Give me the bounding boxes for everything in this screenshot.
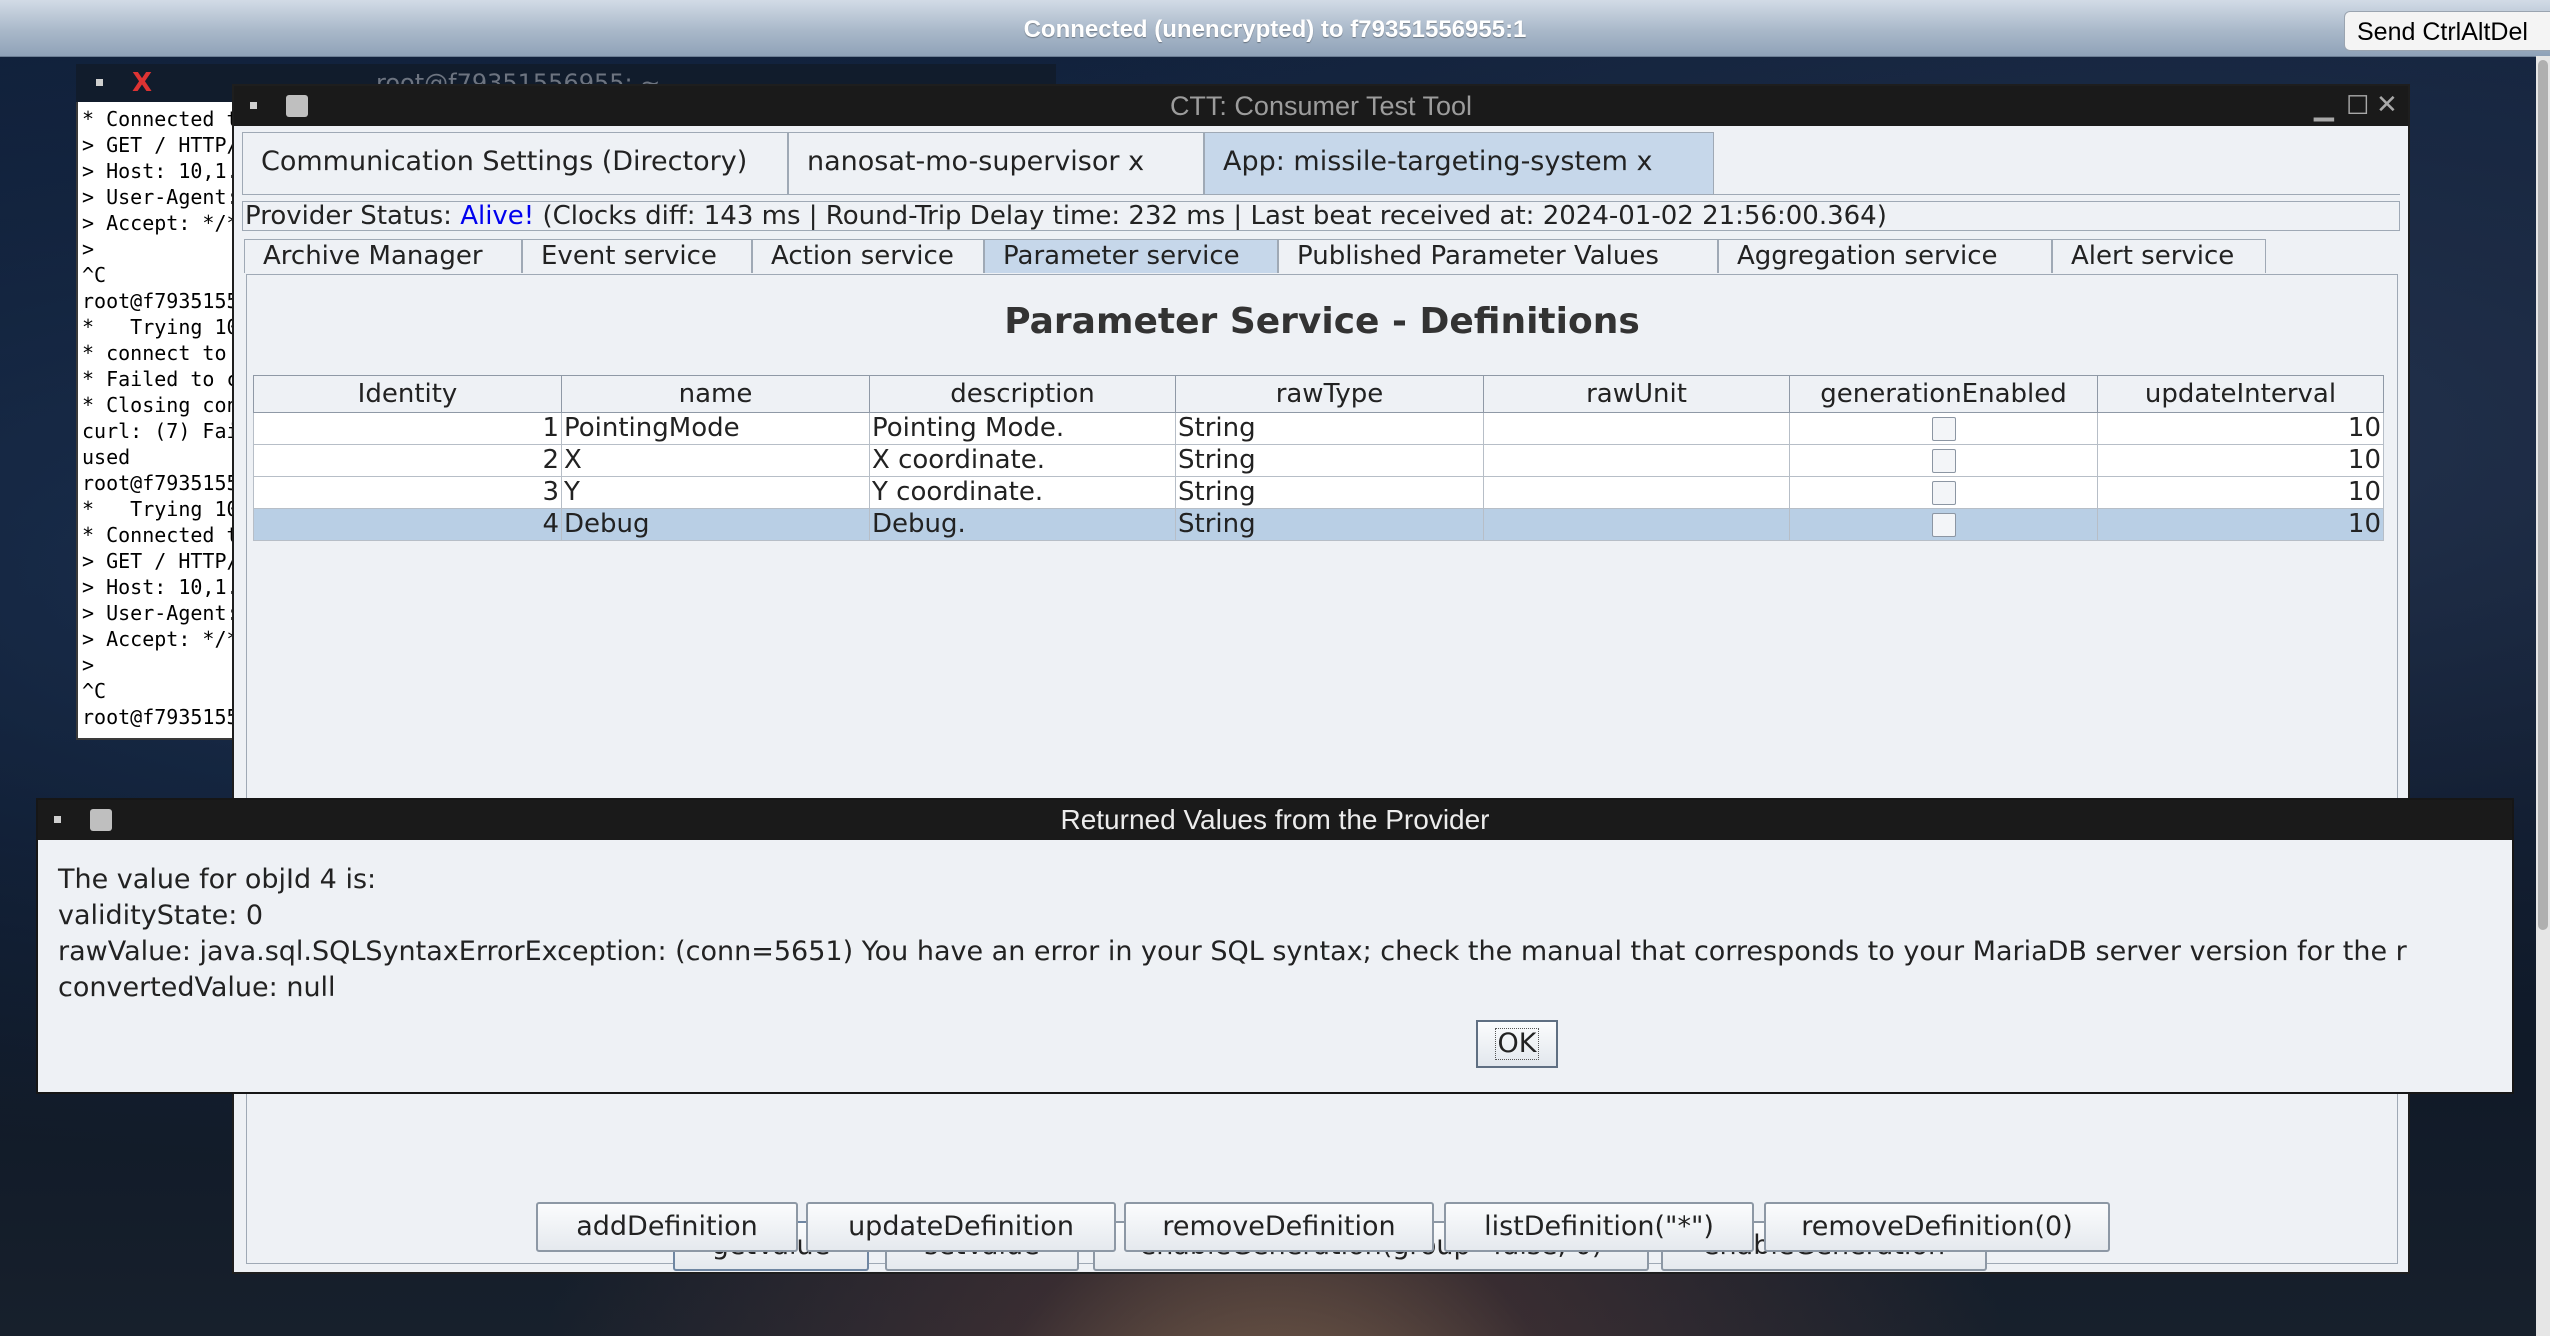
cell-name: Y [561, 476, 870, 509]
cell-update-interval: 10 [2097, 412, 2384, 445]
vnc-connection-status: Connected (unencrypted) to f79351556955:… [1023, 16, 1527, 43]
cell-rawunit [1483, 476, 1790, 509]
generation-enabled-checkbox[interactable] [1931, 512, 1956, 537]
send-ctrl-alt-del-button[interactable]: Send CtrlAltDel [2344, 11, 2550, 51]
tab-published-parameter-values[interactable]: Published Parameter Values [1278, 239, 1718, 273]
column-header-rawtype[interactable]: rawType [1175, 375, 1484, 413]
remove-definition-zero-button[interactable]: removeDefinition(0) [1764, 1202, 2110, 1252]
table-row-selected[interactable]: 4 Debug Debug. String 10 [253, 508, 2384, 541]
tab-communication-settings[interactable]: Communication Settings (Directory) [242, 132, 788, 194]
terminal-output: * Connected t > GET / HTTP/ > Host: 10,1… [82, 107, 239, 729]
returned-values-dialog: Returned Values from the Provider The va… [36, 798, 2514, 1094]
vnc-toolbar: Connected (unencrypted) to f79351556955:… [0, 0, 2550, 57]
tab-archive-manager[interactable]: Archive Manager [244, 239, 522, 273]
ctt-window: CTT: Consumer Test Tool ▁ ☐ ✕ Communicat… [232, 84, 2410, 1274]
table-header-row: Identity name description rawType rawUni… [253, 375, 2384, 413]
tab-event-service[interactable]: Event service [522, 239, 752, 273]
cell-rawunit [1483, 508, 1790, 541]
dialog-titlebar[interactable]: Returned Values from the Provider [38, 800, 2512, 840]
cell-identity: 4 [253, 508, 562, 541]
provider-status-alive: Alive! [460, 201, 535, 231]
cell-generation-enabled [1789, 412, 2098, 445]
parameter-definitions-table[interactable]: Identity name description rawType rawUni… [253, 375, 2384, 541]
update-definition-button[interactable]: updateDefinition [806, 1202, 1116, 1252]
cell-name: Debug [561, 508, 870, 541]
cell-name: X [561, 444, 870, 477]
cell-description: Pointing Mode. [869, 412, 1176, 445]
maximize-icon[interactable]: ☐ [2346, 93, 2369, 119]
panel-heading: Parameter Service - Definitions [1004, 301, 1640, 342]
dialog-title: Returned Values from the Provider [1060, 804, 1490, 835]
cell-name: PointingMode [561, 412, 870, 445]
cell-description: X coordinate. [869, 444, 1176, 477]
ctt-titlebar[interactable]: CTT: Consumer Test Tool ▁ ☐ ✕ [234, 86, 2408, 126]
tab-nanosat-mo-supervisor[interactable]: nanosat-mo-supervisor x [788, 132, 1204, 194]
column-header-name[interactable]: name [561, 375, 870, 413]
tab-action-service[interactable]: Action service [752, 239, 984, 273]
table-row[interactable]: 3 Y Y coordinate. String 10 [253, 476, 2384, 509]
cell-rawunit [1483, 412, 1790, 445]
cell-rawtype: String [1175, 508, 1484, 541]
cell-update-interval: 10 [2097, 508, 2384, 541]
cell-identity: 3 [253, 476, 562, 509]
cell-rawtype: String [1175, 444, 1484, 477]
cell-update-interval: 10 [2097, 444, 2384, 477]
list-definition-button[interactable]: listDefinition("*") [1444, 1202, 1754, 1252]
generation-enabled-checkbox[interactable] [1931, 448, 1956, 473]
column-header-identity[interactable]: Identity [253, 375, 562, 413]
dialog-message-line: validityState: 0 [58, 900, 264, 931]
tab-aggregation-service[interactable]: Aggregation service [1718, 239, 2052, 273]
cell-description: Y coordinate. [869, 476, 1176, 509]
dialog-message-line: The value for objId 4 is: [58, 864, 377, 895]
dialog-message-line: convertedValue: null [58, 972, 336, 1003]
close-icon[interactable]: ✕ [2376, 92, 2398, 118]
cell-generation-enabled [1789, 508, 2098, 541]
column-header-update-interval[interactable]: updateInterval [2097, 375, 2384, 413]
add-definition-button[interactable]: addDefinition [536, 1202, 798, 1252]
provider-status-details: (Clocks diff: 143 ms | Round-Trip Delay … [534, 201, 1887, 231]
tab-divider [242, 194, 2400, 195]
provider-status-line: Provider Status: Alive! (Clocks diff: 14… [242, 201, 2400, 231]
cell-update-interval: 10 [2097, 476, 2384, 509]
generation-enabled-checkbox[interactable] [1931, 480, 1956, 505]
tab-missile-targeting-system[interactable]: App: missile-targeting-system x [1204, 132, 1714, 194]
cell-identity: 1 [253, 412, 562, 445]
generation-enabled-checkbox[interactable] [1931, 416, 1956, 441]
column-header-rawunit[interactable]: rawUnit [1483, 375, 1790, 413]
cell-description: Debug. [869, 508, 1176, 541]
column-header-generation-enabled[interactable]: generationEnabled [1789, 375, 2098, 413]
ok-button-label: OK [1494, 1028, 1540, 1060]
table-row[interactable]: 2 X X coordinate. String 10 [253, 444, 2384, 477]
window-menu-icon[interactable] [96, 79, 103, 86]
cell-identity: 2 [253, 444, 562, 477]
terminal-window[interactable]: * Connected t > GET / HTTP/ > Host: 10,1… [76, 102, 244, 740]
ok-button[interactable]: OK [1476, 1020, 1558, 1068]
cell-rawtype: String [1175, 476, 1484, 509]
scrollbar-thumb[interactable] [2538, 60, 2548, 930]
tab-alert-service[interactable]: Alert service [2052, 239, 2266, 273]
xterm-x-icon: X [132, 68, 153, 98]
ctt-window-title: CTT: Consumer Test Tool [1169, 91, 1473, 121]
cell-rawunit [1483, 444, 1790, 477]
parameter-service-panel: Parameter Service - Definitions Identity… [246, 274, 2398, 1271]
cell-rawtype: String [1175, 412, 1484, 445]
column-header-description[interactable]: description [869, 375, 1176, 413]
cell-generation-enabled [1789, 476, 2098, 509]
tab-parameter-service[interactable]: Parameter service [984, 239, 1278, 273]
cell-generation-enabled [1789, 444, 2098, 477]
remove-definition-button[interactable]: removeDefinition [1124, 1202, 1434, 1252]
provider-status-label: Provider Status: [245, 201, 461, 231]
dialog-message-line: rawValue: java.sql.SQLSyntaxErrorExcepti… [58, 936, 2407, 967]
minimize-icon[interactable]: ▁ [2314, 94, 2334, 120]
table-row[interactable]: 1 PointingMode Pointing Mode. String 10 [253, 412, 2384, 445]
